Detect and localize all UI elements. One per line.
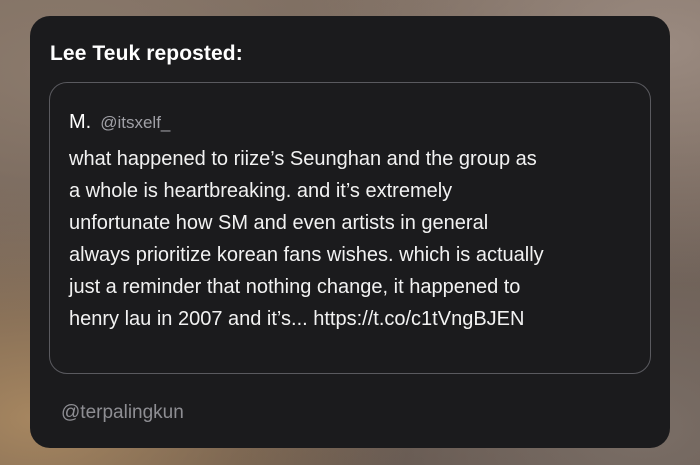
quote-line: always prioritize korean fans wishes. wh…	[69, 244, 544, 266]
quoted-post-text: what happened to riize’s Seunghan and th…	[69, 143, 639, 335]
quote-line: a whole is heartbreaking. and it’s extre…	[69, 180, 453, 202]
author-handle: @itsxelf_	[100, 113, 171, 132]
quoted-post[interactable]: M. @itsxelf_ what happened to riize’s Se…	[49, 82, 651, 374]
repost-card: Lee Teuk reposted: M. @itsxelf_ what hap…	[30, 16, 670, 448]
repost-header: Lee Teuk reposted:	[50, 42, 243, 65]
quote-line: henry lau in 2007 and it’s... https://t.…	[69, 308, 525, 330]
footer-handle: @terpalingkun	[61, 402, 184, 423]
quoted-post-author: M. @itsxelf_	[69, 111, 170, 134]
quote-line: what happened to riize’s Seunghan and th…	[69, 148, 537, 170]
quote-line: just a reminder that nothing change, it …	[69, 276, 521, 298]
quote-line: unfortunate how SM and even artists in g…	[69, 212, 489, 234]
author-name: M.	[69, 111, 92, 133]
